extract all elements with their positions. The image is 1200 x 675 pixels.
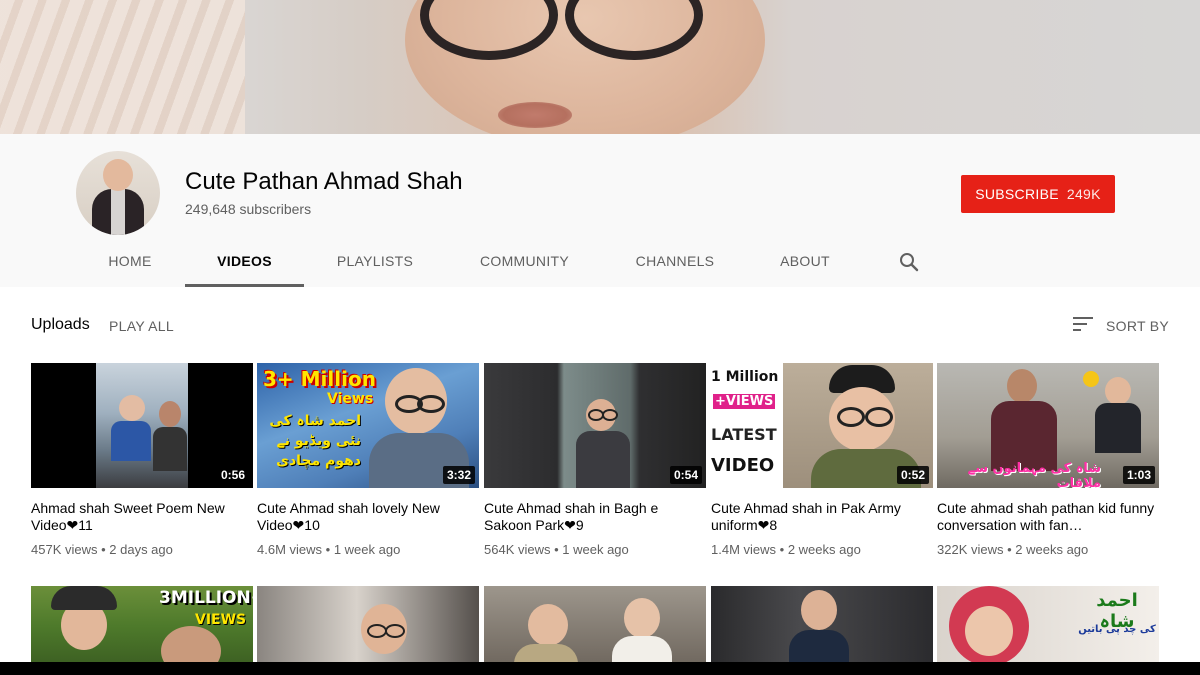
video-thumbnail[interactable]: 0:54 bbox=[484, 363, 706, 488]
youtube-channel-page: Cute Pathan Ahmad Shah 249,648 subscribe… bbox=[0, 0, 1200, 662]
thumb-text: LATEST bbox=[711, 425, 777, 444]
video-card[interactable] bbox=[484, 586, 706, 662]
thumb-text: Views bbox=[327, 391, 374, 407]
subscribe-button[interactable]: SUBSCRIBE 249K bbox=[961, 175, 1115, 213]
subscribe-label: SUBSCRIBE bbox=[975, 186, 1059, 202]
tab-channels[interactable]: CHANNELS bbox=[620, 238, 730, 284]
channel-banner bbox=[0, 0, 1200, 134]
video-title[interactable]: Cute Ahmad shah in Bagh e Sakoon Park❤9 bbox=[484, 500, 706, 534]
channel-header: Cute Pathan Ahmad Shah 249,648 subscribe… bbox=[0, 134, 1200, 287]
video-duration: 0:52 bbox=[896, 466, 929, 484]
video-thumbnail[interactable]: احمد شاہ کی چد پی باتیں bbox=[937, 586, 1159, 662]
video-duration: 3:32 bbox=[442, 466, 475, 484]
tab-about[interactable]: ABOUT bbox=[765, 238, 845, 284]
thumb-urdu-text: شاہ کی مہمانوں سے ملاقات bbox=[967, 461, 1101, 488]
play-all-button[interactable]: PLAY ALL bbox=[109, 318, 174, 334]
uploads-title: Uploads bbox=[31, 316, 90, 333]
video-meta: 4.6M views • 1 week ago bbox=[257, 542, 401, 557]
video-thumbnail[interactable]: 3MILLION+ VIEWS bbox=[31, 586, 253, 662]
video-card[interactable]: 1 Million +VIEWS LATEST VIDEO 0:52 Cute … bbox=[711, 363, 933, 557]
thumb-text: VIEWS bbox=[195, 612, 247, 628]
video-meta: 564K views • 1 week ago bbox=[484, 542, 629, 557]
channel-avatar[interactable] bbox=[76, 151, 160, 235]
video-meta: 322K views • 2 weeks ago bbox=[937, 542, 1089, 557]
search-icon[interactable] bbox=[897, 250, 921, 274]
video-card[interactable] bbox=[257, 586, 479, 662]
video-card[interactable]: احمد شاہ کی چد پی باتیں bbox=[937, 586, 1159, 662]
video-duration: 0:56 bbox=[216, 466, 249, 484]
tab-videos[interactable]: VIDEOS bbox=[185, 238, 304, 287]
video-thumbnail[interactable] bbox=[711, 586, 933, 662]
sort-by-button[interactable]: SORT BY bbox=[1072, 315, 1169, 336]
video-card[interactable]: 3MILLION+ VIEWS bbox=[31, 586, 253, 662]
thumb-urdu-text: احمد شاہ کی نئی ویڈیو نے دھوم مچادی bbox=[269, 413, 361, 469]
video-thumbnail[interactable]: 0:56 bbox=[31, 363, 253, 488]
tab-community[interactable]: COMMUNITY bbox=[460, 238, 589, 284]
thumb-text: 3MILLION+ bbox=[159, 588, 253, 608]
video-card[interactable] bbox=[711, 586, 933, 662]
video-duration: 0:54 bbox=[669, 466, 702, 484]
thumb-text: 1 Million bbox=[711, 369, 779, 385]
video-title[interactable]: Cute ahmad shah pathan kid funny convers… bbox=[937, 500, 1159, 534]
thumb-text: +VIEWS bbox=[713, 394, 776, 409]
video-title[interactable]: Cute Ahmad shah in Pak Army uniform❤8 bbox=[711, 500, 933, 534]
video-card[interactable]: شاہ کی مہمانوں سے ملاقات 1:03 Cute ahmad… bbox=[937, 363, 1159, 557]
video-duration: 1:03 bbox=[1122, 466, 1155, 484]
video-meta: 457K views • 2 days ago bbox=[31, 542, 173, 557]
video-meta: 1.4M views • 2 weeks ago bbox=[711, 542, 861, 557]
sort-icon bbox=[1072, 315, 1094, 336]
video-title[interactable]: Ahmad shah Sweet Poem New Video❤11 bbox=[31, 500, 253, 534]
video-thumbnail[interactable]: 1 Million +VIEWS LATEST VIDEO 0:52 bbox=[711, 363, 933, 488]
video-thumbnail[interactable]: 3+ Million Views احمد شاہ کی نئی ویڈیو ن… bbox=[257, 363, 479, 488]
thumb-urdu-text: کی چد پی باتیں bbox=[1078, 624, 1156, 635]
channel-name: Cute Pathan Ahmad Shah bbox=[185, 168, 463, 195]
video-thumbnail[interactable] bbox=[257, 586, 479, 662]
thumb-text: VIDEO bbox=[711, 455, 775, 476]
video-card[interactable]: 3+ Million Views احمد شاہ کی نئی ویڈیو ن… bbox=[257, 363, 479, 557]
video-thumbnail[interactable]: شاہ کی مہمانوں سے ملاقات 1:03 bbox=[937, 363, 1159, 488]
tab-home[interactable]: HOME bbox=[90, 238, 170, 284]
video-card[interactable]: 0:56 Ahmad shah Sweet Poem New Video❤11 … bbox=[31, 363, 253, 557]
subscribe-count: 249K bbox=[1066, 186, 1101, 202]
thumb-text: 3+ Million bbox=[263, 367, 376, 391]
sort-by-label: SORT BY bbox=[1106, 317, 1170, 334]
uploads-bar: Uploads PLAY ALL SORT BY bbox=[0, 287, 1200, 357]
video-thumbnail[interactable] bbox=[484, 586, 706, 662]
subscriber-count: 249,648 subscribers bbox=[185, 201, 312, 217]
video-card[interactable]: 0:54 Cute Ahmad shah in Bagh e Sakoon Pa… bbox=[484, 363, 706, 557]
channel-tabs: HOME VIDEOS PLAYLISTS COMMUNITY CHANNELS… bbox=[0, 238, 1200, 287]
video-title[interactable]: Cute Ahmad shah lovely New Video❤10 bbox=[257, 500, 479, 534]
tab-playlists[interactable]: PLAYLISTS bbox=[320, 238, 430, 284]
